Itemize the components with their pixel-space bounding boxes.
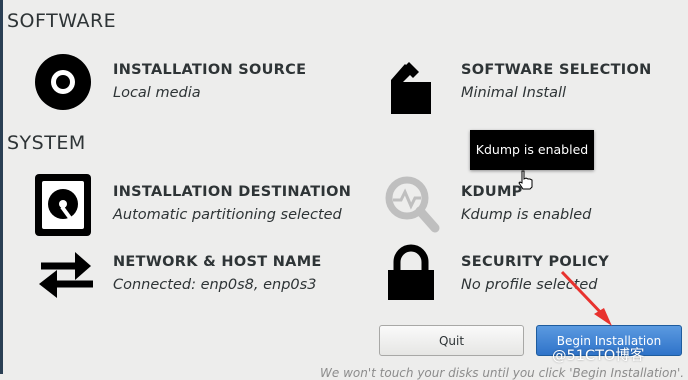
spoke-title: SECURITY POLICY xyxy=(461,254,609,270)
magnifier-icon xyxy=(385,176,440,233)
spoke-installation-source[interactable]: INSTALLATION SOURCE Local media xyxy=(35,52,355,116)
spoke-status: Kdump is enabled xyxy=(461,207,592,223)
annotation-arrow-icon xyxy=(560,270,612,326)
harddisk-icon xyxy=(35,174,91,236)
spoke-title: INSTALLATION SOURCE xyxy=(113,62,307,78)
section-title-software: SOFTWARE xyxy=(7,10,117,32)
spoke-title: SOFTWARE SELECTION xyxy=(461,62,652,78)
spoke-status: Automatic partitioning selected xyxy=(113,207,342,223)
spoke-title: KDUMP xyxy=(461,184,523,200)
spoke-security-policy[interactable]: SECURITY POLICY No profile selected xyxy=(383,244,683,308)
spoke-status: Connected: enp0s8, enp0s3 xyxy=(113,277,317,293)
install-footnote: We won't touch your disks until you clic… xyxy=(320,366,685,380)
spoke-title: NETWORK & HOST NAME xyxy=(113,254,322,270)
spoke-installation-destination[interactable]: INSTALLATION DESTINATION Automatic parti… xyxy=(35,174,365,238)
hand-cursor-icon xyxy=(518,170,533,190)
watermark-logo: @51CTO博客 xyxy=(552,348,645,364)
spoke-network-host-name[interactable]: NETWORK & HOST NAME Connected: enp0s8, e… xyxy=(35,244,355,308)
kdump-tooltip: Kdump is enabled xyxy=(470,130,594,170)
spoke-status: Local media xyxy=(113,85,201,101)
quit-button[interactable]: Quit xyxy=(379,325,524,356)
left-edge-strip xyxy=(0,0,3,374)
padlock-icon xyxy=(388,244,434,300)
spoke-status: Minimal Install xyxy=(461,85,567,101)
spoke-software-selection[interactable]: SOFTWARE SELECTION Minimal Install xyxy=(383,52,683,116)
disc-icon xyxy=(35,54,91,110)
section-title-system: SYSTEM xyxy=(7,132,86,154)
package-icon xyxy=(391,62,431,114)
spoke-title: INSTALLATION DESTINATION xyxy=(113,184,352,200)
network-arrows-icon xyxy=(39,252,93,298)
